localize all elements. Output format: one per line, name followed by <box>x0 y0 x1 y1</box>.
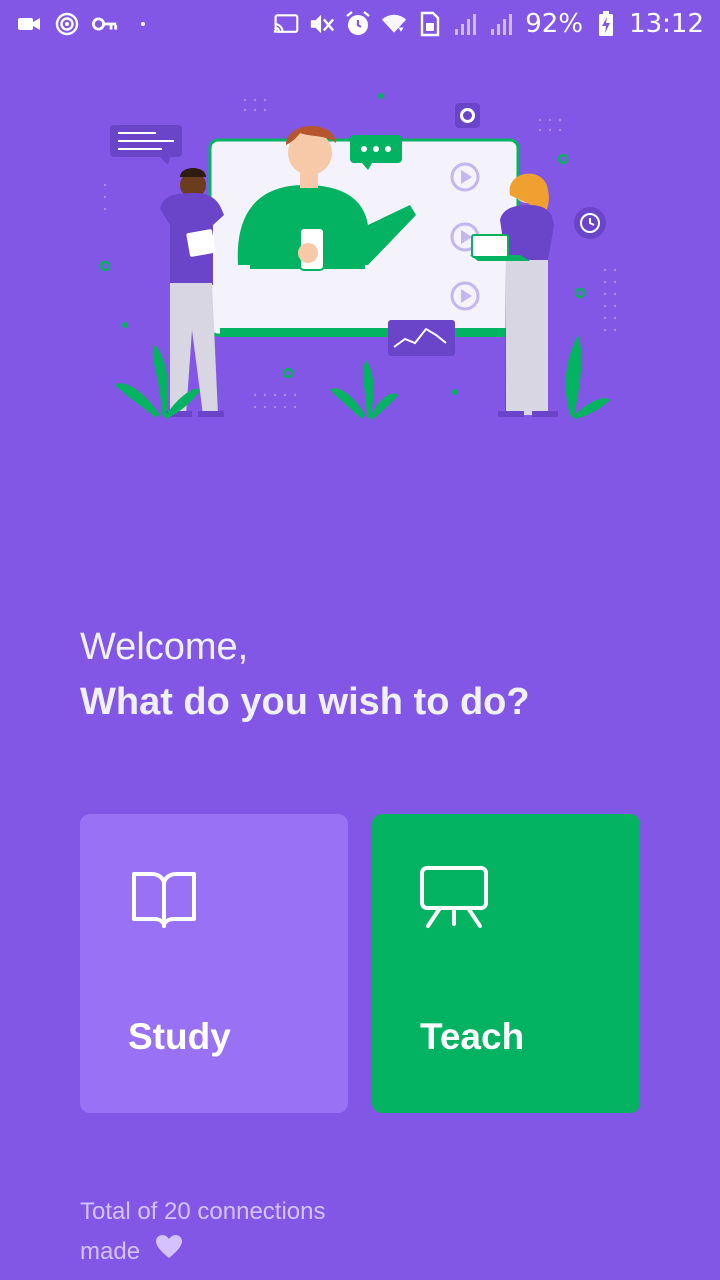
study-button[interactable]: Study <box>80 814 348 1113</box>
connections-text-line2: made <box>80 1238 141 1265</box>
heart-icon <box>155 1233 183 1273</box>
signal-icon <box>453 11 479 37</box>
status-left <box>16 11 156 37</box>
connections-text-line2-wrap: made <box>80 1232 400 1273</box>
battery-percent: 92% <box>525 9 584 39</box>
page-title: What do you wish to do? <box>80 681 530 723</box>
hotspot-icon <box>54 11 80 37</box>
teach-label: Teach <box>420 1016 525 1057</box>
teach-button[interactable]: Teach <box>372 814 640 1113</box>
connections-text-line1: Total of 20 connections <box>80 1198 326 1225</box>
connections-summary: Total of 20 connections made <box>80 1192 400 1273</box>
vpn-key-icon <box>92 11 118 37</box>
study-label: Study <box>128 1016 231 1057</box>
presentation-board-icon <box>420 864 492 936</box>
dot-icon <box>130 11 156 37</box>
sim-icon <box>417 11 443 37</box>
signal-icon <box>489 11 515 37</box>
welcome-text: Welcome, <box>80 626 249 668</box>
alarm-icon <box>345 11 371 37</box>
clock: 13:12 <box>629 9 704 39</box>
status-right: 92% 13:12 <box>273 9 704 39</box>
cast-icon <box>273 11 299 37</box>
book-open-icon <box>128 864 200 936</box>
online-teaching-illustration <box>78 85 620 425</box>
wifi-icon <box>381 11 407 37</box>
mute-icon <box>309 11 335 37</box>
video-camera-icon <box>16 11 42 37</box>
status-bar: 92% 13:12 <box>0 0 720 48</box>
battery-charging-icon <box>593 11 619 37</box>
